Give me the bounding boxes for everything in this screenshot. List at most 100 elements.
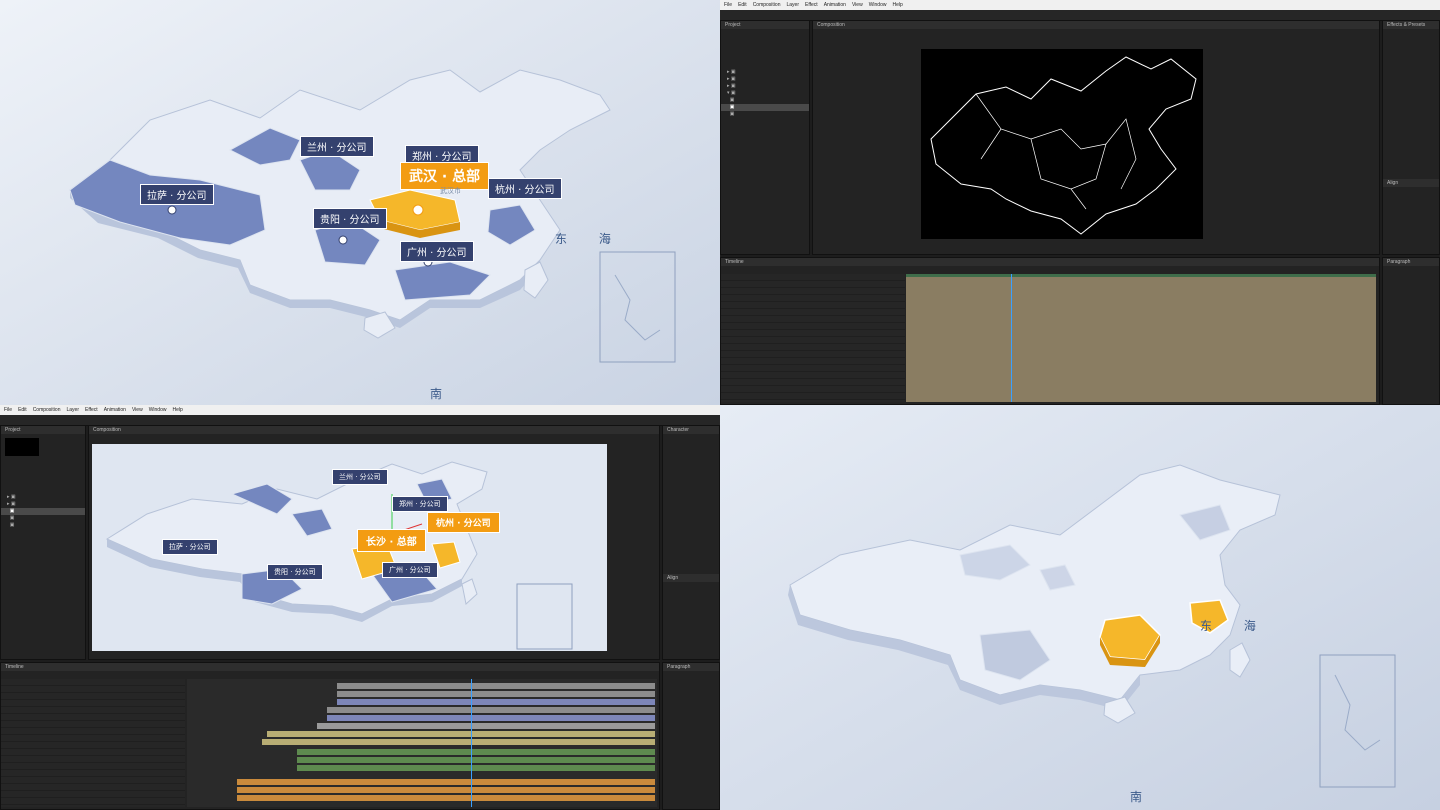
- timeline-track-area[interactable]: [906, 274, 1376, 402]
- label-guangzhou: 广州 · 分公司: [400, 241, 474, 262]
- project-thumbnail: [5, 438, 39, 456]
- label-wuhan-city: 武汉市: [440, 187, 461, 195]
- menu-animation[interactable]: Animation: [824, 2, 846, 8]
- menu-layer[interactable]: Layer: [786, 2, 799, 8]
- layer-bar[interactable]: [267, 731, 655, 737]
- project-item[interactable]: ▣: [721, 97, 809, 104]
- project-item[interactable]: ▣: [1, 522, 85, 529]
- layer-bar[interactable]: [237, 787, 655, 793]
- layer-bar[interactable]: [337, 699, 655, 705]
- label-guiyang: 贵阳 · 分公司: [267, 564, 323, 580]
- layer-list[interactable]: [721, 274, 905, 402]
- menu-bar: File Edit Composition Layer Effect Anima…: [720, 0, 1440, 10]
- render-preview-bottom-right: 东 海 南: [720, 405, 1440, 810]
- label-changsha-hq: 长沙 · 总部: [357, 529, 426, 552]
- menu-file[interactable]: File: [724, 2, 732, 8]
- layer-bar[interactable]: [237, 779, 655, 785]
- menu-animation[interactable]: Animation: [104, 407, 126, 413]
- project-item[interactable]: ▸ ▣: [721, 83, 809, 90]
- label-lanzhou: 兰州 · 分公司: [300, 136, 374, 157]
- menu-effect[interactable]: Effect: [85, 407, 98, 413]
- align-panel-title: Align: [663, 574, 719, 582]
- ae-window-bottom-left: File Edit Composition Layer Effect Anima…: [0, 405, 720, 810]
- right-panels[interactable]: Effects & Presets Align: [1382, 20, 1440, 255]
- label-south: 南: [1130, 790, 1157, 804]
- project-item[interactable]: ▸ ▣: [721, 69, 809, 76]
- label-east-sea: 东 海: [1200, 619, 1270, 633]
- paragraph-panel[interactable]: Paragraph: [1382, 257, 1440, 405]
- right-panels[interactable]: Character Align: [662, 425, 720, 660]
- label-east-sea: 东 海: [555, 232, 625, 246]
- project-panel-title: Project: [721, 21, 809, 29]
- china-outline-map: [930, 56, 1197, 235]
- composition-panel-title: Composition: [89, 426, 659, 434]
- label-guangzhou: 广州 · 分公司: [382, 562, 438, 578]
- timeline-panel-title: Timeline: [1, 663, 659, 671]
- render-preview-top-left: 兰州 · 分公司 郑州 · 分公司 武汉 · 总部 武汉市 杭州 · 分公司 拉…: [0, 0, 720, 405]
- layer-bar[interactable]: [237, 795, 655, 801]
- layer-list[interactable]: [1, 679, 185, 807]
- project-panel[interactable]: Project ▸ ▣ ▸ ▣ ▸ ▣ ▾ ▣ ▣ ▣ ▣: [720, 20, 810, 255]
- composition-viewer[interactable]: 郑州 · 分公司 杭州 · 分公司 长沙 · 总部 兰州 · 分公司 拉萨 · …: [92, 444, 607, 651]
- label-hangzhou: 杭州 · 分公司: [488, 178, 562, 199]
- paragraph-panel-title: Paragraph: [1383, 258, 1439, 266]
- menu-edit[interactable]: Edit: [738, 2, 747, 8]
- layer-bar[interactable]: [327, 707, 655, 713]
- label-lanzhou: 兰州 · 分公司: [332, 469, 388, 485]
- china-map-3d: [0, 0, 720, 405]
- layer-bar[interactable]: [297, 749, 655, 755]
- menu-bar: File Edit Composition Layer Effect Anima…: [0, 405, 720, 415]
- menu-help[interactable]: Help: [172, 407, 182, 413]
- ae-window-top-right: File Edit Composition Layer Effect Anima…: [720, 0, 1440, 405]
- menu-composition[interactable]: Composition: [753, 2, 781, 8]
- layer-bar[interactable]: [337, 691, 655, 697]
- layer-bar[interactable]: [317, 723, 655, 729]
- composition-panel[interactable]: Composition: [812, 20, 1380, 255]
- timeline-track-area[interactable]: [187, 679, 657, 807]
- label-hangzhou: 杭州 · 分公司: [427, 512, 500, 533]
- align-panel-title: Align: [1383, 179, 1439, 187]
- menu-layer[interactable]: Layer: [66, 407, 79, 413]
- composition-panel-title: Composition: [813, 21, 1379, 29]
- project-panel[interactable]: Project ▸ ▣ ▸ ▣ ▣ ▣ ▣: [0, 425, 86, 660]
- menu-edit[interactable]: Edit: [18, 407, 27, 413]
- work-area-bar[interactable]: [906, 274, 1376, 277]
- effects-panel-title: Effects & Presets: [1383, 21, 1439, 29]
- project-item-selected[interactable]: ▣: [721, 104, 809, 111]
- layer-bar[interactable]: [297, 765, 655, 771]
- project-item-selected[interactable]: ▣: [1, 508, 85, 515]
- label-guiyang: 贵阳 · 分公司: [313, 208, 387, 229]
- project-item[interactable]: ▣: [721, 111, 809, 118]
- project-panel-title: Project: [1, 426, 85, 434]
- timeline-panel[interactable]: Timeline: [0, 662, 660, 810]
- paragraph-panel-title: Paragraph: [663, 663, 719, 671]
- composition-viewer[interactable]: [921, 49, 1203, 239]
- label-south: 南: [430, 387, 457, 401]
- menu-composition[interactable]: Composition: [33, 407, 61, 413]
- timeline-panel[interactable]: Timeline: [720, 257, 1380, 405]
- paragraph-panel[interactable]: Paragraph: [662, 662, 720, 810]
- project-item[interactable]: ▸ ▣: [721, 76, 809, 83]
- label-lhasa: 拉萨 · 分公司: [140, 184, 214, 205]
- character-panel-title: Character: [663, 426, 719, 434]
- project-item[interactable]: ▾ ▣: [721, 90, 809, 97]
- menu-help[interactable]: Help: [892, 2, 902, 8]
- layer-bar[interactable]: [327, 715, 655, 721]
- menu-view[interactable]: View: [852, 2, 863, 8]
- project-item[interactable]: ▸ ▣: [1, 494, 85, 501]
- project-item[interactable]: ▣: [1, 515, 85, 522]
- playhead[interactable]: [1011, 274, 1012, 402]
- label-lhasa: 拉萨 · 分公司: [162, 539, 218, 555]
- layer-bar[interactable]: [337, 683, 655, 689]
- menu-view[interactable]: View: [132, 407, 143, 413]
- menu-file[interactable]: File: [4, 407, 12, 413]
- playhead[interactable]: [471, 679, 472, 807]
- project-item[interactable]: ▸ ▣: [1, 501, 85, 508]
- timeline-panel-title: Timeline: [721, 258, 1379, 266]
- menu-window[interactable]: Window: [149, 407, 167, 413]
- menu-effect[interactable]: Effect: [805, 2, 818, 8]
- composition-panel[interactable]: Composition 郑州 · 分公司 杭州 · 分公司 长沙 · 总部 兰州…: [88, 425, 660, 660]
- layer-bar[interactable]: [262, 739, 655, 745]
- menu-window[interactable]: Window: [869, 2, 887, 8]
- layer-bar[interactable]: [297, 757, 655, 763]
